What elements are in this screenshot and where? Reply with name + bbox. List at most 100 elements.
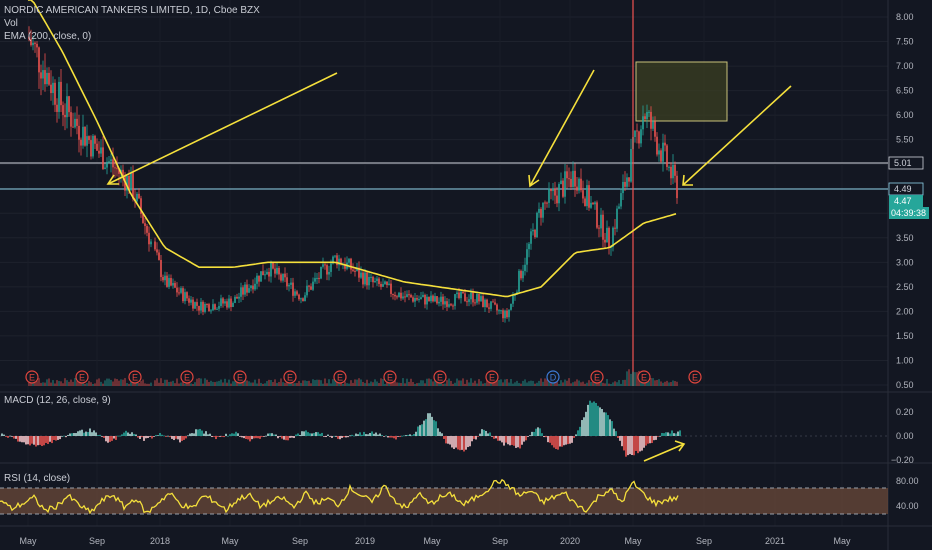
volume-bar (122, 379, 124, 386)
macd-bar (595, 402, 597, 436)
macd-bar (457, 436, 459, 450)
candle-body (34, 42, 36, 44)
earnings-marker[interactable]: E (25, 370, 39, 384)
volume-bar (228, 379, 230, 386)
macd-bar (115, 436, 117, 440)
volume-bar (50, 382, 52, 386)
candle-body (220, 298, 222, 307)
earnings-marker[interactable]: E (333, 370, 347, 384)
candle-body (88, 136, 90, 141)
volume-bar (326, 383, 328, 386)
macd-bar (533, 431, 535, 436)
macd-bar (613, 428, 615, 436)
price-tick: 3.50 (896, 233, 914, 243)
volume-legend[interactable]: Vol (4, 18, 18, 29)
macd-bar (477, 436, 479, 437)
macd-bar (399, 436, 401, 438)
event-marker-label: E (641, 373, 647, 383)
macd-bar (33, 436, 35, 445)
macd-bar (575, 434, 577, 436)
macd-bar (339, 436, 341, 440)
volume-bar (610, 383, 612, 386)
event-marker-label: E (287, 373, 293, 383)
macd-bar (277, 436, 279, 439)
macd-bar (85, 431, 87, 436)
macd-bar (1, 433, 3, 436)
macd-bar (479, 433, 481, 436)
earnings-marker[interactable]: E (233, 370, 247, 384)
candle-body (476, 293, 478, 303)
macd-bar (107, 436, 109, 443)
candle-body (466, 301, 468, 303)
candle-body (58, 81, 60, 112)
macd-tick-0: 0.20 (896, 407, 914, 417)
candle-body (622, 181, 624, 194)
volume-bar (70, 379, 72, 386)
candle-body (300, 298, 302, 300)
macd-legend[interactable]: MACD (12, 26, close, 9) (4, 395, 111, 406)
earnings-marker[interactable]: E (485, 370, 499, 384)
volume-bar (482, 383, 484, 386)
earnings-marker[interactable]: E (128, 370, 142, 384)
price-tag-level-high: 5.01 (888, 156, 924, 170)
candle-body (504, 310, 506, 319)
earnings-marker[interactable]: E (180, 370, 194, 384)
dividend-marker[interactable]: D (546, 370, 560, 384)
earnings-marker[interactable]: E (688, 370, 702, 384)
macd-bar (661, 432, 663, 436)
macd-bar (99, 434, 101, 436)
volume-bar (208, 382, 210, 386)
macd-bar (103, 436, 105, 438)
volume-bar (270, 380, 272, 386)
rsi-legend[interactable]: RSI (14, close) (4, 473, 70, 484)
event-marker-label: E (237, 373, 243, 383)
candle-body (308, 285, 310, 287)
symbol-title[interactable]: NORDIC AMERICAN TANKERS LIMITED, 1D, Cbo… (4, 5, 260, 16)
volume-bar (374, 379, 376, 386)
volume-bar (298, 381, 300, 386)
candle-body (272, 262, 274, 269)
volume-bar (264, 383, 266, 386)
earnings-marker[interactable]: E (590, 370, 604, 384)
macd-bar (363, 431, 365, 436)
macd-bar (673, 433, 675, 436)
macd-bar (675, 433, 677, 436)
macd-bar (295, 434, 297, 436)
candle-body (420, 297, 422, 300)
volume-bar (84, 383, 86, 386)
earnings-marker[interactable]: E (283, 370, 297, 384)
volume-bar (124, 378, 126, 386)
macd-bar (441, 433, 443, 436)
tradingview-chart[interactable]: E E E E E E E E E E D E E E 8.00 7.50 7.00 6.50 6.00 5.50 5… (0, 0, 932, 550)
time-tick: May (624, 536, 642, 546)
ema-legend[interactable]: EMA (200, close, 0) (4, 31, 91, 42)
earnings-marker[interactable]: E (433, 370, 447, 384)
candle-body (284, 273, 286, 278)
candle-body (598, 227, 600, 229)
candle-body (78, 125, 80, 140)
macd-bar (607, 415, 609, 436)
candle-body (240, 287, 242, 297)
volume-bar (636, 372, 638, 386)
macd-bar (139, 436, 141, 439)
earnings-marker[interactable]: E (637, 370, 651, 384)
volume-bar (86, 383, 88, 386)
macd-bar (69, 433, 71, 436)
macd-bar (419, 425, 421, 436)
earnings-marker[interactable]: E (75, 370, 89, 384)
macd-bar (87, 432, 89, 436)
candle-body (386, 281, 388, 286)
volume-bar (518, 383, 520, 386)
volume-bar (260, 382, 262, 386)
earnings-marker[interactable]: E (383, 370, 397, 384)
volume-bar (572, 382, 574, 386)
candle-body (402, 296, 404, 299)
macd-bar (521, 436, 523, 445)
candle-body (526, 249, 528, 265)
candle-body (398, 292, 400, 298)
macd-bar (273, 434, 275, 436)
volume-bar (262, 383, 264, 386)
candle-body (242, 287, 244, 295)
candle-body (474, 302, 476, 304)
candle-body (552, 188, 554, 192)
